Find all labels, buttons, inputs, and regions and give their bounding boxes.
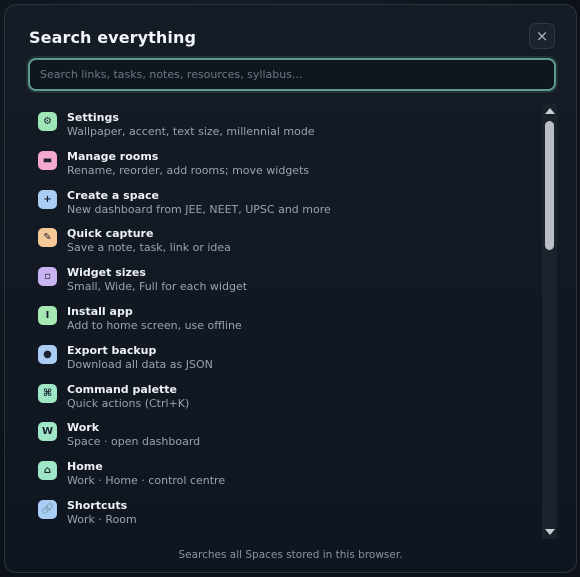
result-item[interactable]: 🔗 Shortcuts Work · Room [31, 491, 539, 527]
result-title: Export backup [67, 343, 157, 357]
command-icon: ⌘ [38, 383, 57, 403]
search-box [28, 58, 556, 91]
results-list: ⚙ Settings Wallpaper, accent, text size, m… [31, 103, 539, 539]
result-item[interactable]: I Install app Add to home screen, use offl… [31, 297, 539, 333]
result-title: Widget sizes [67, 266, 146, 280]
close-button[interactable]: × [529, 23, 555, 49]
result-title: Command palette [67, 382, 178, 396]
backup-icon: ● [38, 344, 57, 364]
scroll-up-icon[interactable] [545, 108, 555, 114]
result-subtitle: Space · open dashboard [67, 435, 201, 449]
result-subtitle: Small, Wide, Full for each widget [67, 280, 248, 294]
result-subtitle: Add to home screen, use offline [67, 319, 242, 332]
result-title: Work [67, 421, 100, 435]
dialog-title: Search everything [29, 28, 197, 47]
result-title: Install app [67, 305, 133, 318]
result-subtitle: Download all data as JSON [67, 357, 213, 371]
result-item[interactable]: W Work Space · open dashboard [31, 413, 539, 449]
result-title: Pl... [67, 538, 91, 539]
space-w-icon: W [38, 422, 57, 442]
result-subtitle: Work · Home · control centre [67, 474, 226, 488]
result-item[interactable]: + Create a space New dashboard from JEE, N… [31, 181, 539, 217]
result-item[interactable]: ⌂ Home Work · Home · control centre [31, 452, 539, 488]
search-input[interactable] [30, 60, 554, 89]
result-subtitle: Save a note, task, link or idea [67, 241, 231, 255]
scroll-down-icon[interactable] [545, 529, 555, 535]
result-item[interactable]: ✎ Quick capture Save a note, task, link or… [31, 219, 539, 255]
dialog-footer: Searches all Spaces stored in this brows… [178, 549, 403, 561]
scrollbar[interactable] [542, 104, 557, 539]
gear-icon: ⚙ [38, 112, 57, 131]
result-subtitle: Wallpaper, accent, text size, millennial… [67, 125, 315, 138]
result-subtitle: New dashboard from JEE, NEET, UPSC and m… [67, 202, 331, 216]
result-title: Shortcuts [67, 499, 128, 512]
install-icon: I [38, 306, 57, 325]
plus-icon: + [38, 189, 57, 209]
result-title: Create a space [67, 188, 160, 202]
result-title: Home [67, 460, 103, 474]
link-icon: 🔗 [38, 500, 57, 519]
result-subtitle: Quick actions (Ctrl+K) [67, 396, 190, 410]
search-dialog: Search everything × ⚙ SettingsWallpaper, … [4, 4, 577, 573]
result-title: Manage rooms [67, 149, 159, 163]
result-item[interactable]: ⚙ Settings Wallpaper, accent, text size, m… [31, 103, 539, 139]
result-item[interactable]: ● Export backup Download all data as JSON [31, 336, 539, 372]
result-subtitle: Rename, reorder, add rooms; move widgets [67, 163, 310, 177]
widget-icon: ▫ [38, 267, 57, 287]
result-item[interactable]: ▬ Manage rooms Rename, reorder, add rooms;… [31, 142, 539, 178]
pencil-icon: ✎ [38, 228, 57, 248]
result-item[interactable]: ▫ Widget sizes Small, Wide, Full for each … [31, 258, 539, 294]
scrollbar-thumb[interactable] [545, 121, 554, 250]
result-title: Quick capture [67, 227, 154, 241]
result-item[interactable]: Pl... [31, 530, 539, 539]
rooms-icon: ▬ [38, 150, 57, 170]
result-item[interactable]: ⌘ Command palette Quick actions (Ctrl+K) [31, 375, 539, 411]
result-subtitle: Work · Room [67, 513, 137, 526]
result-title: Settings [67, 111, 119, 124]
home-icon: ⌂ [38, 461, 57, 481]
